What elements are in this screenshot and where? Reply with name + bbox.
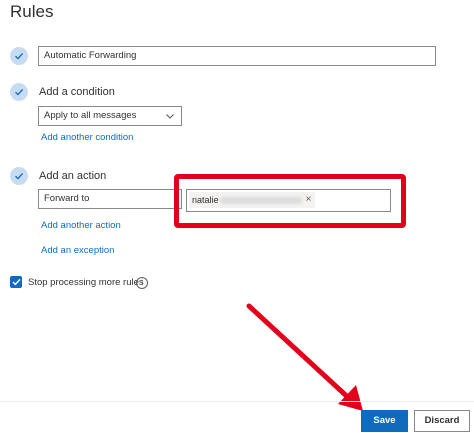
discard-button[interactable]: Discard <box>414 410 470 432</box>
save-button[interactable]: Save <box>361 410 408 432</box>
footer-divider <box>0 401 474 402</box>
arrow-annotation <box>246 303 363 411</box>
